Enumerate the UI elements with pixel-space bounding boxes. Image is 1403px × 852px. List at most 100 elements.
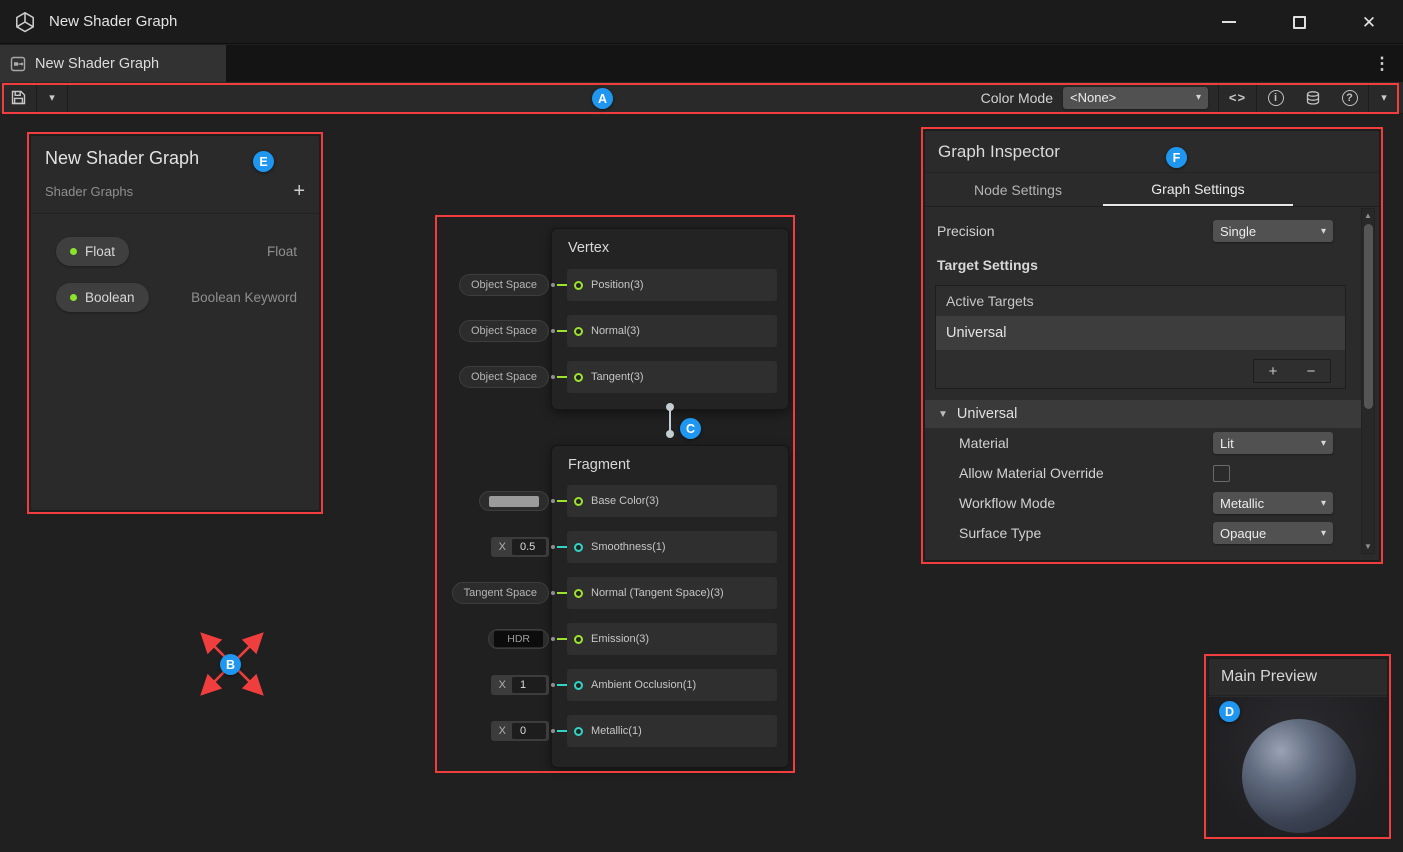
add-property-button[interactable]: + <box>293 181 305 201</box>
color-mode-value: <None> <box>1070 90 1116 105</box>
add-target-button[interactable]: + <box>1254 360 1292 382</box>
main-preview-panel: Main Preview <box>1208 658 1388 836</box>
vertex-fragment-edge[interactable] <box>666 403 674 438</box>
float-field[interactable]: X 0.5 <box>491 537 549 557</box>
material-dropdown[interactable]: Lit ▾ <box>1213 432 1333 454</box>
hdr-color-field[interactable]: HDR <box>488 629 549 649</box>
port-wire <box>557 638 567 640</box>
blackboard-subtitle: Shader Graphs <box>45 184 133 199</box>
value-column: Opaque ▾ <box>1213 522 1333 544</box>
scrollbar-thumb[interactable] <box>1364 224 1373 409</box>
workflow-dropdown[interactable]: Metallic ▾ <box>1213 492 1333 514</box>
precision-value: Single <box>1220 224 1256 239</box>
help-button[interactable]: ? <box>1331 82 1368 114</box>
tangent-slot[interactable]: Tangent(3) <box>567 361 777 393</box>
save-options-dropdown-button[interactable]: ▾ <box>37 82 67 114</box>
blackboard-toggle-button[interactable] <box>1294 82 1331 114</box>
metallic-slot[interactable]: Metallic(1) <box>567 715 777 747</box>
precision-dropdown[interactable]: Single ▾ <box>1213 220 1333 242</box>
tab-node-settings[interactable]: Node Settings <box>933 173 1103 206</box>
occlusion-slot[interactable]: Ambient Occlusion(1) <box>567 669 777 701</box>
graph-inspector-panel: Graph Inspector Node Settings Graph Sett… <box>924 130 1380 561</box>
control-connector-dot <box>551 683 555 687</box>
workflow-row: Workflow Mode Metallic ▾ <box>937 488 1333 518</box>
float-field-value[interactable]: 0.5 <box>512 539 546 555</box>
space-dropdown[interactable]: Object Space <box>459 320 549 342</box>
show-generated-code-button[interactable]: <> <box>1219 82 1256 114</box>
tabbar: New Shader Graph ⋮ <box>0 45 1403 82</box>
graph-inspector-toggle-button[interactable]: i <box>1257 82 1294 114</box>
toolbar-overflow-dropdown-button[interactable]: ▾ <box>1369 82 1399 114</box>
scroll-down-icon[interactable]: ▼ <box>1364 540 1372 553</box>
close-icon: ✕ <box>1362 14 1376 31</box>
control-connector-dot <box>551 499 555 503</box>
chevron-down-icon: ▾ <box>1321 498 1326 509</box>
maximize-button[interactable] <box>1277 0 1321 44</box>
color-swatch[interactable] <box>489 496 539 507</box>
smoothness-slot[interactable]: Smoothness(1) <box>567 531 777 563</box>
remove-target-button[interactable]: − <box>1292 360 1330 382</box>
active-targets-header: Active Targets <box>936 286 1345 316</box>
space-dropdown[interactable]: Object Space <box>459 366 549 388</box>
float-field-value[interactable]: 1 <box>512 677 546 693</box>
color-mode-dropdown[interactable]: <None> ▾ <box>1063 87 1208 109</box>
emission-slot[interactable]: Emission(3) <box>567 623 777 655</box>
space-dropdown[interactable]: Object Space <box>459 274 549 296</box>
blackboard-panel: New Shader Graph Shader Graphs + Float F… <box>30 135 320 511</box>
port-icon[interactable] <box>574 327 583 336</box>
target-settings-heading: Target Settings <box>937 257 1333 273</box>
help-icon: ? <box>1342 90 1358 106</box>
space-dropdown[interactable]: Tangent Space <box>452 582 549 604</box>
port-icon[interactable] <box>574 543 583 552</box>
color-mode-label: Color Mode <box>981 90 1053 106</box>
minimize-button[interactable] <box>1207 0 1251 44</box>
graph-toolbar: ▾ Color Mode <None> ▾ <> i ? <box>0 82 1403 114</box>
control-connector-dot <box>551 729 555 733</box>
port-icon[interactable] <box>574 681 583 690</box>
property-pill-boolean[interactable]: Boolean <box>56 283 149 312</box>
slot-label: Normal (Tangent Space)(3) <box>591 587 724 599</box>
port-icon[interactable] <box>574 727 583 736</box>
normal-slot[interactable]: Normal(3) <box>567 315 777 347</box>
target-item-universal[interactable]: Universal <box>936 316 1345 350</box>
override-checkbox[interactable] <box>1213 465 1230 482</box>
normal-tangent-slot[interactable]: Normal (Tangent Space)(3) <box>567 577 777 609</box>
surface-dropdown[interactable]: Opaque ▾ <box>1213 522 1333 544</box>
float-field-axis-label: X <box>499 679 506 691</box>
tab-new-shader-graph[interactable]: New Shader Graph <box>0 45 226 82</box>
layers-stack-icon <box>1305 90 1321 106</box>
vertex-node-title: Vertex <box>552 229 788 267</box>
blackboard-title: New Shader Graph <box>31 136 319 169</box>
close-button[interactable]: ✕ <box>1347 0 1391 44</box>
universal-foldout[interactable]: ▼ Universal <box>925 400 1361 428</box>
color-field[interactable] <box>479 491 549 511</box>
port-wire <box>557 284 567 286</box>
port-icon[interactable] <box>574 373 583 382</box>
fragment-row-emission: HDR Emission(3) <box>441 623 781 655</box>
float-field-value[interactable]: 0 <box>512 723 546 739</box>
position-slot[interactable]: Position(3) <box>567 269 777 301</box>
save-asset-button[interactable] <box>0 82 36 114</box>
port-icon[interactable] <box>574 635 583 644</box>
port-icon[interactable] <box>574 281 583 290</box>
control-connector-dot <box>551 283 555 287</box>
float-field[interactable]: X 0 <box>491 721 549 741</box>
port-icon[interactable] <box>574 589 583 598</box>
blackboard-body: Float Float Boolean Boolean Keyword <box>31 214 319 320</box>
tab-overflow-menu-button[interactable]: ⋮ <box>1369 45 1395 82</box>
control-column <box>441 491 549 511</box>
badge-b: B <box>220 654 241 675</box>
fragment-node-title: Fragment <box>552 446 788 484</box>
port-wire <box>557 500 567 502</box>
blackboard-subrow: Shader Graphs + <box>31 169 319 213</box>
preview-sphere[interactable] <box>1242 719 1356 833</box>
code-icon: <> <box>1229 90 1246 105</box>
tab-graph-settings[interactable]: Graph Settings <box>1103 173 1293 206</box>
port-icon[interactable] <box>574 497 583 506</box>
scroll-up-icon[interactable]: ▲ <box>1364 209 1372 222</box>
edge-line <box>669 410 671 431</box>
basecolor-slot[interactable]: Base Color(3) <box>567 485 777 517</box>
property-pill-float[interactable]: Float <box>56 237 129 266</box>
float-field[interactable]: X 1 <box>491 675 549 695</box>
inspector-scrollbar[interactable]: ▲ ▼ <box>1361 208 1375 554</box>
